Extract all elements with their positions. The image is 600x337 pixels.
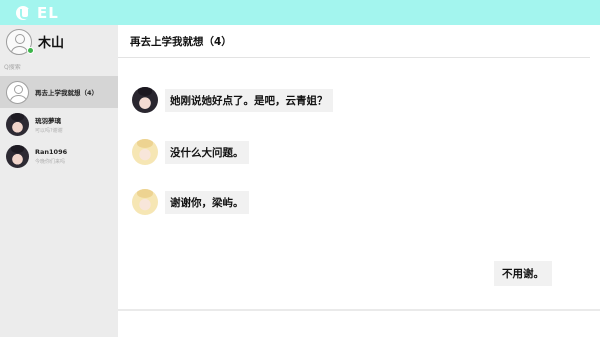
sender-avatar[interactable] [132,189,158,215]
message-row: 谢谢你，梁屿。 [132,189,249,215]
user-name: 木山 [38,36,65,51]
message-input-area[interactable] [118,309,600,337]
contact-avatar [6,144,29,168]
contact-preview: 可以吗?谢谢 [35,127,63,134]
chat-panel: 再去上学我就想（4） 她刚说她好点了。是吧，云青姐？ 没什么大问题。 谢谢你，梁… [118,25,600,337]
contact-name: 琉羽夢璃 [35,116,61,125]
el-logo-icon [16,5,30,20]
user-profile[interactable]: 木山 [0,25,118,58]
contact-avatar [6,112,29,136]
search-box[interactable] [4,61,114,73]
message-row-self: 不用谢。 [494,261,552,286]
online-status-icon [27,47,34,54]
default-avatar-icon [6,80,29,104]
message-bubble: 她刚说她好点了。是吧，云青姐？ [165,88,333,112]
contact-list: 再去上学我就想（4） 琉羽夢璃 可以吗?谢谢 Ran1096 今晚你们来吗 [0,76,118,172]
contact-preview: 今晚你们来吗 [35,158,66,165]
contact-name: 再去上学我就想（4） [35,89,99,97]
message-bubble: 不用谢。 [494,261,552,286]
sender-avatar[interactable] [132,87,158,113]
contact-item[interactable]: Ran1096 今晚你们来吗 [0,140,118,172]
sidebar: 木山 再去上学我就想（4） 琉羽夢璃 可以吗?谢谢 Ran1096 今晚你们来吗 [0,25,118,337]
chat-title: 再去上学我就想（4） [130,35,232,48]
title-bar: EL [0,0,600,25]
contact-item[interactable]: 琉羽夢璃 可以吗?谢谢 [0,108,118,140]
message-bubble: 谢谢你，梁屿。 [165,190,249,214]
chat-header: 再去上学我就想（4） [118,25,590,58]
sender-avatar[interactable] [132,139,158,165]
message-row: 她刚说她好点了。是吧，云青姐？ [132,87,333,113]
search-input[interactable] [4,63,114,71]
contact-name: Ran1096 [35,147,68,156]
message-bubble: 没什么大问题。 [165,140,249,164]
contact-item-group[interactable]: 再去上学我就想（4） [0,76,118,108]
app-title: EL [37,3,59,22]
message-row: 没什么大问题。 [132,139,249,165]
